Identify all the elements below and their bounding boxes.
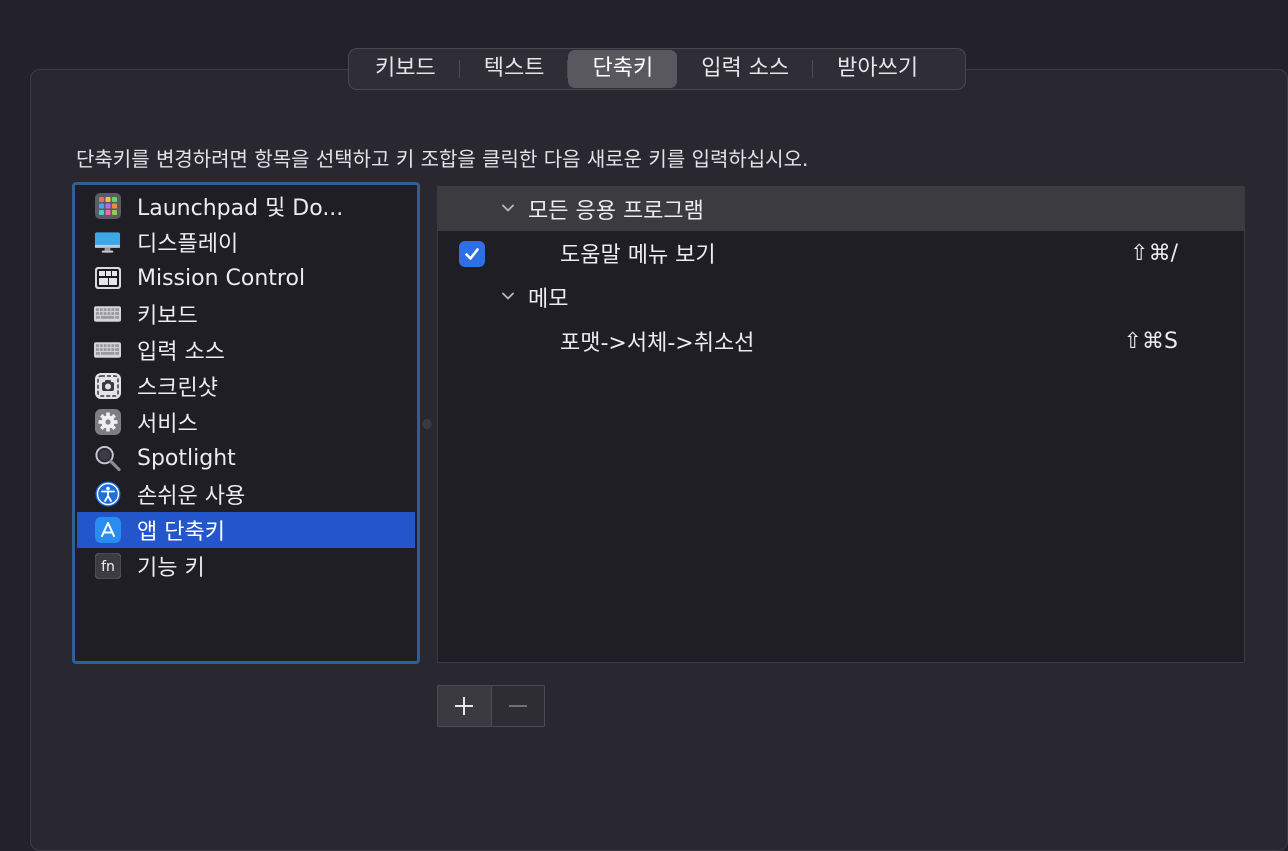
category-item-spotlight[interactable]: Spotlight (77, 440, 415, 476)
shortcut-row-show-help-menu[interactable]: 도움말 메뉴 보기 ⇧⌘/ (438, 231, 1244, 275)
tab-bar: 키보드 텍스트 단축키 입력 소스 받아쓰기 (348, 48, 966, 90)
svg-text:fn: fn (101, 559, 115, 575)
remove-shortcut-button[interactable] (491, 686, 544, 726)
group-row-all-applications[interactable]: 모든 응용 프로그램 (438, 187, 1244, 231)
category-item-display[interactable]: 디스플레이 (77, 224, 415, 260)
category-item-services[interactable]: 서비스 (77, 404, 415, 440)
shortcut-keys[interactable]: ⇧⌘/ (1130, 241, 1178, 266)
launchpad-icon (94, 193, 121, 220)
display-icon (94, 229, 121, 256)
minus-icon (508, 705, 527, 707)
group-label: 모든 응용 프로그램 (528, 199, 704, 224)
instruction-text: 단축키를 변경하려면 항목을 선택하고 키 조합을 클릭한 다음 새로운 키를 … (76, 147, 809, 171)
enabled-checkbox[interactable] (459, 241, 485, 267)
category-item-accessibility[interactable]: 손쉬운 사용 (77, 476, 415, 512)
category-item-input-sources[interactable]: 입력 소스 (77, 332, 415, 368)
shortcut-label: 도움말 메뉴 보기 (560, 243, 716, 268)
category-item-mission-control[interactable]: Mission Control (77, 260, 415, 296)
keyboard-icon (94, 301, 121, 328)
shortcuts-table[interactable]: 모든 응용 프로그램 도움말 메뉴 보기 ⇧⌘/ 메모 포맷->서체->취소선 … (437, 186, 1245, 663)
category-label: Spotlight (137, 445, 236, 471)
plus-icon (455, 697, 474, 715)
category-label: 앱 단축키 (137, 520, 225, 545)
category-item-launchpad[interactable]: Launchpad 및 Do... (77, 188, 415, 224)
screenshot-icon (94, 373, 121, 400)
magnifier-icon (94, 445, 121, 472)
tab-text[interactable]: 텍스트 (460, 50, 569, 88)
tab-shortcuts[interactable]: 단축키 (568, 50, 678, 88)
category-label: 손쉬운 사용 (137, 484, 246, 509)
group-label: 메모 (528, 287, 569, 312)
group-row-notes[interactable]: 메모 (438, 275, 1244, 319)
split-view-divider[interactable] (422, 419, 432, 429)
tab-dictation[interactable]: 받아쓰기 (813, 50, 942, 88)
chevron-down-icon[interactable] (500, 200, 516, 216)
category-label: 디스플레이 (137, 232, 239, 257)
fn-key-icon: fn (94, 553, 121, 580)
category-label: 스크린샷 (137, 376, 218, 401)
category-label: 서비스 (137, 412, 198, 437)
checkmark-icon (465, 248, 479, 260)
category-label: 입력 소스 (137, 340, 225, 365)
category-list[interactable]: Launchpad 및 Do... 디스플레이 Mission Control … (72, 182, 420, 664)
shortcut-label: 포맷->서체->취소선 (560, 331, 755, 356)
add-shortcut-button[interactable] (438, 686, 492, 726)
gear-icon (94, 409, 121, 436)
tab-keyboard[interactable]: 키보드 (351, 50, 460, 88)
keyboard-icon (94, 337, 121, 364)
category-label: 키보드 (137, 304, 198, 329)
category-item-app-shortcuts[interactable]: 앱 단축키 (77, 512, 415, 548)
chevron-down-icon[interactable] (500, 288, 516, 304)
add-remove-buttons (437, 685, 545, 727)
mission-control-icon (94, 265, 121, 292)
tab-input-sources[interactable]: 입력 소스 (677, 50, 814, 88)
category-item-screenshot[interactable]: 스크린샷 (77, 368, 415, 404)
shortcut-keys[interactable]: ⇧⌘S (1124, 329, 1178, 354)
accessibility-icon (94, 481, 121, 508)
app-store-icon (94, 517, 121, 544)
category-label: 기능 키 (137, 556, 205, 581)
category-label: Launchpad 및 Do... (137, 196, 344, 221)
category-label: Mission Control (137, 265, 306, 291)
shortcut-row-strikethrough[interactable]: 포맷->서체->취소선 ⇧⌘S (438, 319, 1244, 363)
category-item-function-keys[interactable]: fn 기능 키 (77, 548, 415, 584)
category-item-keyboard[interactable]: 키보드 (77, 296, 415, 332)
